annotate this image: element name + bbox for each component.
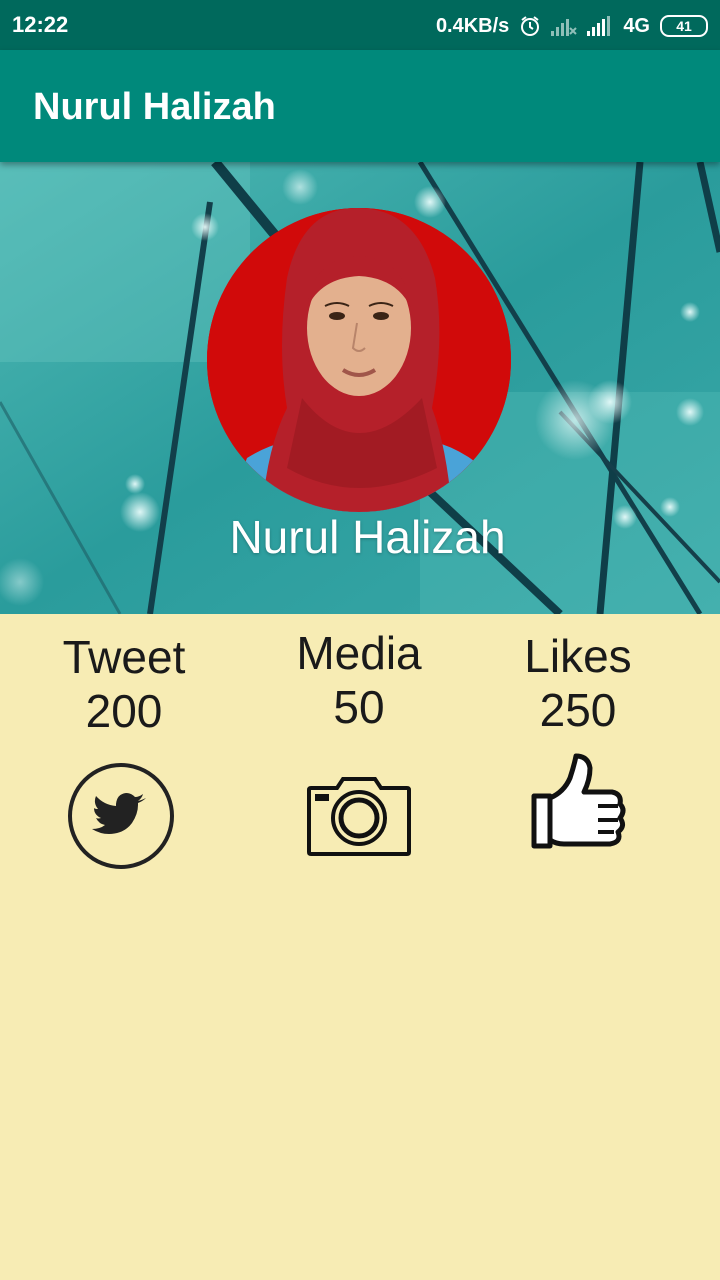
thumbs-up-icon[interactable]: [528, 752, 628, 857]
battery-icon: 41: [660, 15, 708, 37]
camera-icon[interactable]: [305, 776, 413, 861]
alarm-icon: [519, 15, 541, 37]
profile-name: Nurul Halizah: [229, 511, 506, 563]
profile-photo: [207, 208, 511, 512]
stat-likes-value: 250: [539, 684, 617, 736]
status-bar: 12:22 0.4KB/s 4G 41: [0, 0, 720, 50]
stat-media: Media 50: [249, 626, 469, 734]
stat-media-label: Media: [296, 627, 422, 679]
network-type: 4G: [623, 14, 650, 37]
status-indicators: 0.4KB/s 4G 41: [436, 12, 708, 40]
stat-media-value: 50: [333, 681, 385, 733]
signal-icon: [587, 16, 613, 36]
twitter-bird-icon[interactable]: [67, 762, 175, 875]
profile-header: Nurul Halizah: [0, 162, 720, 614]
stat-tweet: Tweet 200: [14, 630, 234, 738]
battery-level: 41: [676, 18, 692, 34]
stat-tweet-label: Tweet: [62, 631, 186, 683]
app-bar: Nurul Halizah: [0, 50, 720, 162]
stat-likes: Likes 250: [468, 629, 688, 737]
profile-avatar: [207, 208, 511, 512]
stat-tweet-value: 200: [85, 685, 163, 737]
status-time: 12:22: [12, 12, 69, 37]
network-speed: 0.4KB/s: [435, 14, 510, 37]
stat-likes-label: Likes: [524, 630, 632, 682]
app-title: Nurul Halizah: [33, 86, 276, 128]
signal-weak-icon: [551, 16, 578, 36]
